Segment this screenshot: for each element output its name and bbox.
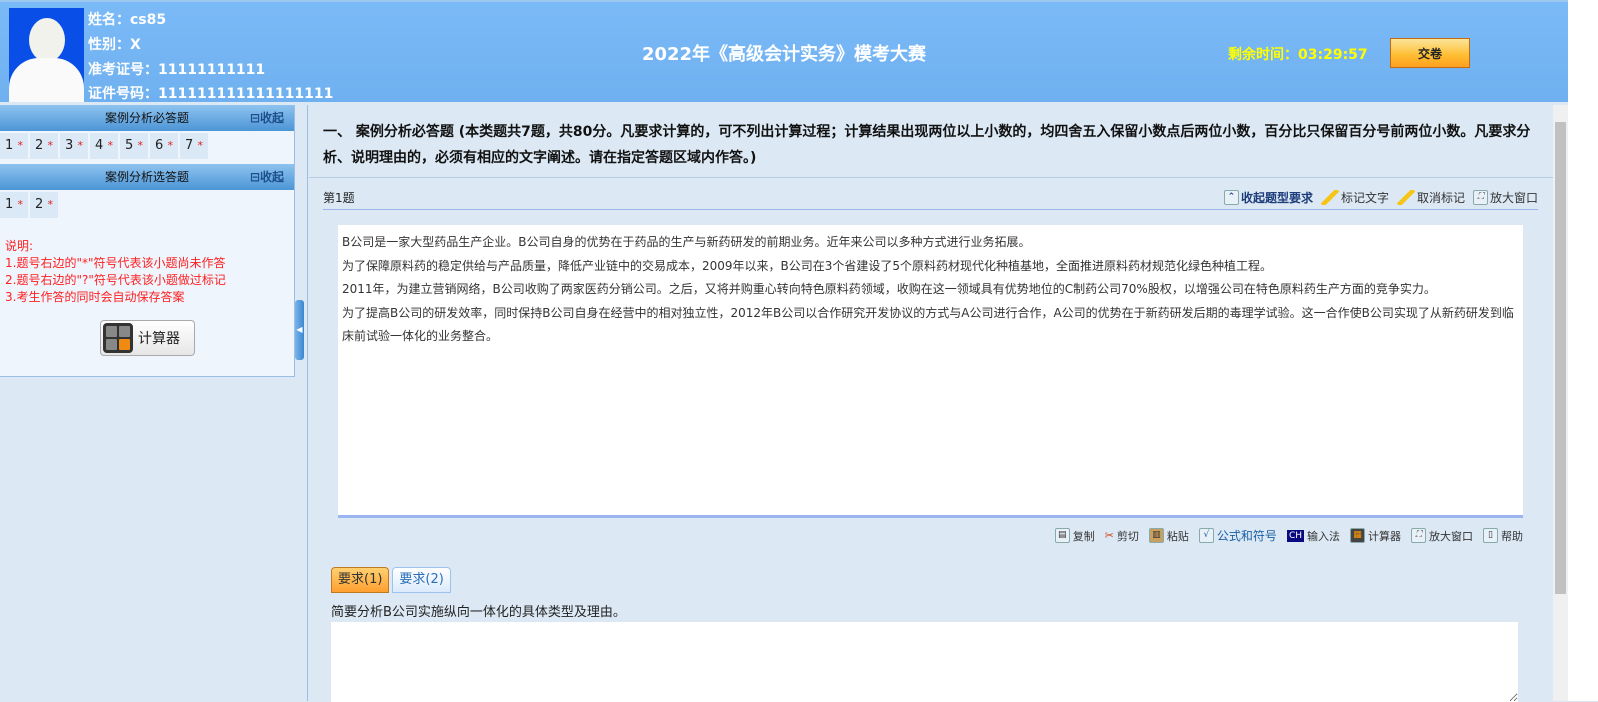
question-number-2[interactable]: 2 * xyxy=(30,133,58,159)
collapse-button[interactable]: ⊟收起 xyxy=(250,164,284,190)
requirement-tabs: 要求(1) 要求(2) xyxy=(331,567,451,593)
input-method-icon: CH xyxy=(1286,529,1304,542)
section-optional-header: 案例分析选答题 ⊟收起 xyxy=(0,164,294,190)
help-button[interactable]: ▯ 帮助 xyxy=(1483,528,1523,544)
editor-toolbar: ▤ 复制 ✂ 剪切 ▥ 粘贴 √ 公式和符号 CH 输入法 ▦ 计算器 ⛶ 放大窗口 ▯ 帮助 xyxy=(1054,527,1523,544)
question-number-4[interactable]: 4 * xyxy=(90,133,118,159)
copy-button[interactable]: ▤ 复制 xyxy=(1054,528,1095,544)
copy-icon: ▤ xyxy=(1054,528,1070,543)
collapse-button[interactable]: ⊟收起 xyxy=(250,105,284,131)
question-text: B公司是一家大型药品生产企业。B公司自身的优势在于药品的生产与新药研发的前期业务… xyxy=(338,225,1523,518)
formula-button[interactable]: √ 公式和符号 xyxy=(1198,527,1277,544)
divider xyxy=(309,177,1553,178)
required-question-list: 1 * 2 * 3 * 4 * 5 * 6 * 7 * xyxy=(0,131,294,161)
tab-requirement-2[interactable]: 要求(2) xyxy=(392,567,451,593)
remove-highlighter-icon xyxy=(1396,190,1415,205)
calculator-tool-button[interactable]: ▦ 计算器 xyxy=(1350,528,1401,544)
id-number: 证件号码：111111111111111111 xyxy=(88,86,334,102)
calculator-icon: ▦ xyxy=(1350,528,1365,543)
tab-requirement-1[interactable]: 要求(1) xyxy=(331,567,390,593)
maximize-icon: ⛶ xyxy=(1472,190,1488,205)
collapse-panel-handle[interactable]: ◀ xyxy=(295,300,304,360)
panel-splitter[interactable] xyxy=(296,105,308,701)
formula-icon: √ xyxy=(1198,528,1214,543)
question-number-1[interactable]: 1 * xyxy=(0,133,28,159)
answer-input[interactable] xyxy=(331,622,1518,702)
header: 姓名：cs85 性别：X 准考证号：11111111111 证件号码：11111… xyxy=(0,0,1598,102)
maximize-editor-button[interactable]: ⛶ 放大窗口 xyxy=(1411,528,1473,544)
collapse-requirements-button[interactable]: ⌃ 收起题型要求 xyxy=(1223,189,1313,206)
divider xyxy=(323,209,1538,210)
page-margin xyxy=(1568,0,1598,701)
instructions: 说明: 1.题号右边的"*"符号代表该小题尚未作答 2.题号右边的"?"符号代表… xyxy=(5,239,226,304)
cut-button[interactable]: ✂ 剪切 xyxy=(1105,528,1139,544)
question-area: 一、 案例分析必答题 (本类题共7题，共80分。凡要求计算的，可不列出计算过程；… xyxy=(309,105,1553,702)
calculator-icon xyxy=(103,323,133,353)
maximize-question-button[interactable]: ⛶ 放大窗口 xyxy=(1472,189,1538,206)
question-number-3[interactable]: 3 * xyxy=(60,133,88,159)
section-required-header: 案例分析必答题 ⊟收起 xyxy=(0,105,294,131)
question-number-7[interactable]: 7 * xyxy=(180,133,208,159)
section-title: 案例分析选答题 xyxy=(104,170,189,184)
question-label: 第1题 xyxy=(323,191,355,205)
input-method-button[interactable]: CH 输入法 xyxy=(1286,528,1340,544)
chevron-up-icon: ⌃ xyxy=(1223,190,1239,205)
requirement-prompt: 简要分析B公司实施纵向一体化的具体类型及理由。 xyxy=(331,605,626,620)
question-number-6[interactable]: 6 * xyxy=(150,133,178,159)
highlighter-icon xyxy=(1320,190,1339,205)
candidate-name: 姓名：cs85 xyxy=(88,12,167,28)
optional-question-2[interactable]: 2 * xyxy=(30,192,58,218)
optional-question-1[interactable]: 1 * xyxy=(0,192,28,218)
submit-button[interactable]: 交卷 xyxy=(1390,38,1470,68)
remaining-time: 剩余时间：03:29:57 xyxy=(1228,47,1368,63)
section-instructions: 一、 案例分析必答题 (本类题共7题，共80分。凡要求计算的，可不列出计算过程；… xyxy=(323,124,1531,166)
question-toolbar: ⌃ 收起题型要求 标记文字 取消标记 ⛶ 放大窗口 xyxy=(1223,189,1538,206)
highlight-text-button[interactable]: 标记文字 xyxy=(1320,189,1389,206)
clipboard-icon: ▥ xyxy=(1148,528,1164,543)
calculator-button[interactable]: 计算器 xyxy=(100,320,195,356)
question-number-5[interactable]: 5 * xyxy=(120,133,148,159)
help-book-icon: ▯ xyxy=(1483,528,1498,543)
maximize-icon: ⛶ xyxy=(1411,528,1426,543)
question-nav-panel: 案例分析必答题 ⊟收起 1 * 2 * 3 * 4 * 5 * 6 * 7 * … xyxy=(0,105,295,377)
scissors-icon: ✂ xyxy=(1104,529,1114,542)
paste-button[interactable]: ▥ 粘贴 xyxy=(1148,528,1189,544)
remove-highlight-button[interactable]: 取消标记 xyxy=(1396,189,1465,206)
section-title: 案例分析必答题 xyxy=(104,111,189,125)
scrollbar-thumb[interactable] xyxy=(1555,122,1566,594)
optional-question-list: 1 * 2 * xyxy=(0,190,294,220)
